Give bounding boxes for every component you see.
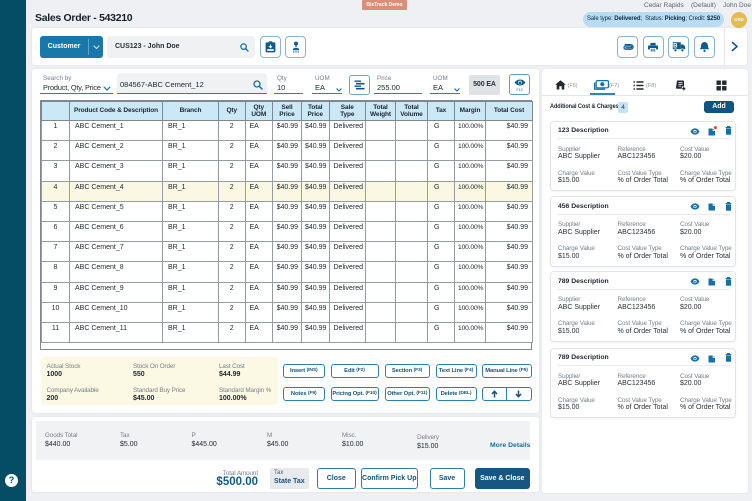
svg-text:B: B [673,44,678,50]
